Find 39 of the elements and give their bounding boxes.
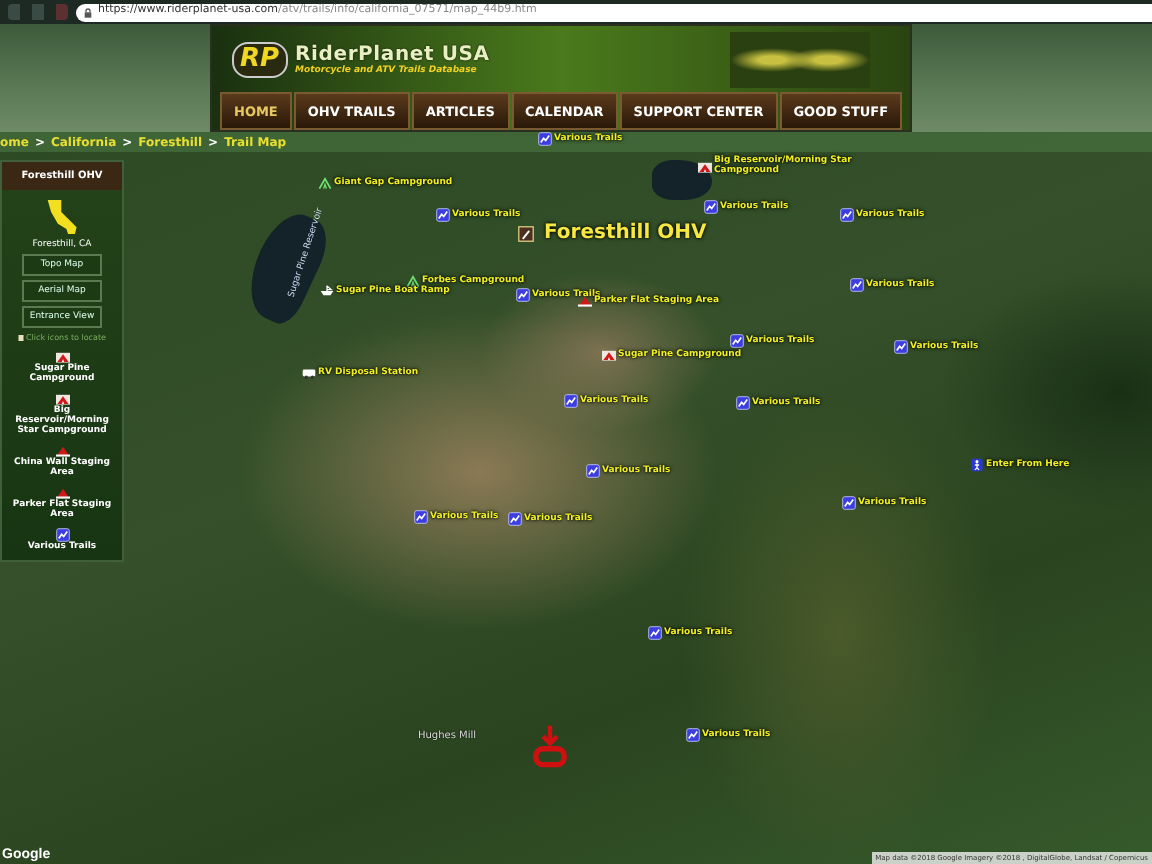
state-map-icon	[45, 198, 79, 236]
trail-icon[interactable]	[842, 496, 856, 510]
trail-icon[interactable]	[516, 288, 530, 302]
trail-icon[interactable]	[564, 394, 578, 408]
trail-icon[interactable]	[538, 132, 552, 146]
trail-icon[interactable]	[704, 200, 718, 214]
marker-icon[interactable]	[518, 225, 534, 241]
trail-icon[interactable]	[436, 208, 450, 222]
arrow-marker-icon	[532, 724, 568, 770]
tent-icon[interactable]	[578, 294, 592, 308]
trail-icon[interactable]	[55, 528, 69, 542]
lock-icon	[84, 7, 92, 17]
site-name[interactable]: RiderPlanet USA	[295, 43, 490, 65]
rv-icon[interactable]	[302, 366, 316, 380]
logo-mark[interactable]: RP	[232, 41, 288, 77]
riders-photo-placeholder	[730, 31, 870, 87]
trail-icon[interactable]	[414, 510, 428, 524]
person-icon[interactable]	[970, 458, 984, 472]
tent-icon[interactable]	[55, 486, 69, 500]
trail-icon[interactable]	[730, 334, 744, 348]
tent-icon[interactable]	[318, 176, 332, 190]
note-icon	[18, 333, 24, 341]
lake-shape	[652, 160, 712, 200]
trail-icon[interactable]	[686, 728, 700, 742]
area-title[interactable]: Foresthill OHV	[544, 222, 707, 244]
trail-icon[interactable]	[648, 626, 662, 640]
tent-icon[interactable]	[55, 444, 69, 458]
tent-icon[interactable]	[55, 392, 69, 406]
trail-icon[interactable]	[586, 464, 600, 478]
tent-icon[interactable]	[55, 350, 69, 364]
tent-icon[interactable]	[406, 274, 420, 288]
boat-icon[interactable]	[320, 284, 334, 298]
trail-icon[interactable]	[894, 340, 908, 354]
trail-icon[interactable]	[840, 208, 854, 222]
trail-icon[interactable]	[736, 396, 750, 410]
satellite-map[interactable]	[0, 132, 1152, 864]
trail-icon[interactable]	[850, 278, 864, 292]
trail-icon[interactable]	[508, 512, 522, 526]
tent-icon[interactable]	[698, 159, 712, 173]
